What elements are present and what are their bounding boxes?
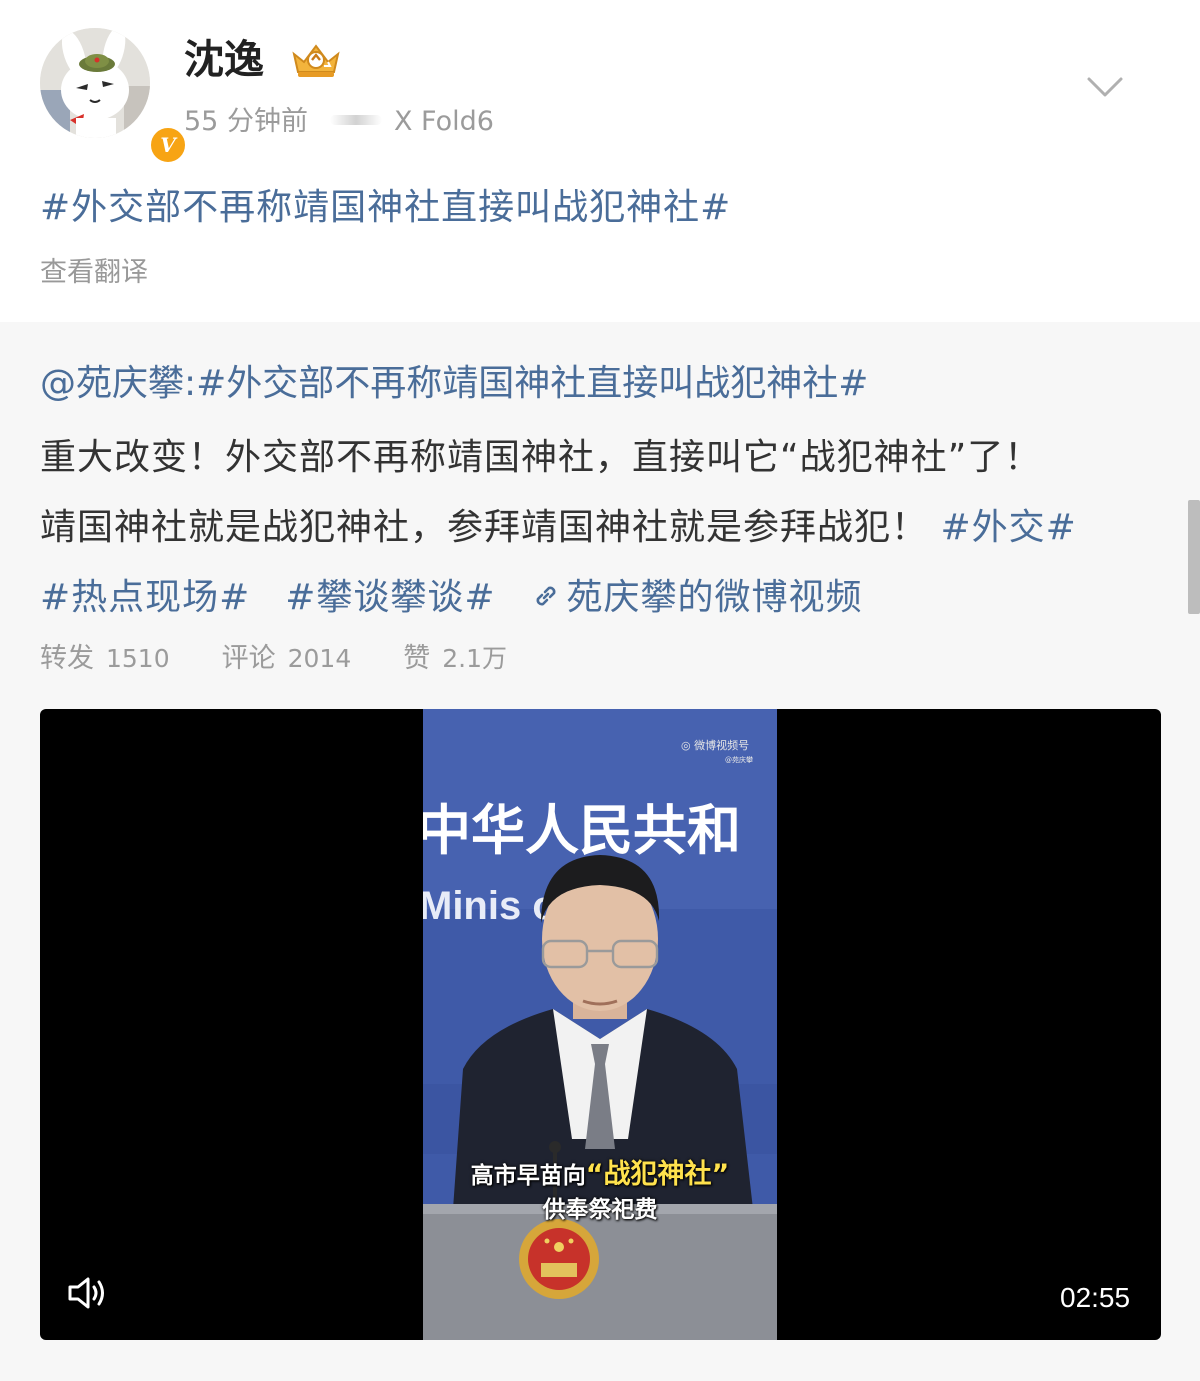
repost-count-button[interactable]: 转发 1510 [40, 640, 170, 678]
video-player[interactable]: 中华人民共和 Minis of Fo ◎ 微博视频号 @苑庆攀 高市早苗向“战犯… [40, 709, 1161, 1340]
video-subtitle-line-1: 高市早苗向“战犯神社” [423, 1159, 777, 1192]
video-subtitle-line-2: 供奉祭祀费 [542, 1197, 658, 1223]
translate-link[interactable]: 查看翻译 [40, 254, 148, 292]
repost-card[interactable]: @苑庆攀:#外交部不再称靖国神社直接叫战犯神社# 重大改变！外交部不再称靖国神社… [0, 322, 1200, 1381]
video-frame-image: 中华人民共和 Minis of Fo [423, 709, 777, 1340]
chevron-down-icon[interactable] [1086, 72, 1124, 102]
link-icon [536, 586, 555, 606]
avatar[interactable]: V [40, 28, 188, 165]
topic-link-redian[interactable]: #热点现场# [40, 577, 250, 618]
repost-author-link[interactable]: @苑庆攀: [40, 363, 196, 404]
repost-stats: 转发 1510 评论 2014 赞 2.1万 [40, 640, 559, 678]
video-watermark: ◎ 微博视频号 @苑庆攀 [681, 739, 753, 767]
repost-text-line-1: 重大改变！外交部不再称靖国神社，直接叫它“战犯神社”了！ [40, 437, 1042, 478]
username[interactable]: 沈逸 [184, 34, 264, 86]
repost-text: 靖国神社就是战犯神社，参拜靖国神社就是参拜战犯！ [40, 507, 929, 548]
watermark-text: 微博视频号 [694, 739, 750, 752]
repost-label: 转发 [40, 643, 94, 674]
like-label: 赞 [403, 643, 431, 674]
device-name: X Fold6 [393, 106, 494, 137]
post-time: 55 分钟前 [184, 106, 308, 137]
video-duration: 02:55 [1060, 1282, 1131, 1313]
topic-link-waijiao[interactable]: #外交# [940, 507, 1076, 548]
repost-count: 1510 [106, 644, 170, 673]
watermark-subtext: @苑庆攀 [725, 756, 753, 764]
crown-badge-icon[interactable] [290, 40, 342, 80]
comment-count-button[interactable]: 评论 2014 [222, 640, 352, 678]
comment-label: 评论 [221, 643, 276, 674]
speaker-icon[interactable] [66, 1273, 108, 1313]
repost-header: @苑庆攀:#外交部不再称靖国神社直接叫战犯神社# [40, 358, 868, 410]
video-link-label: 苑庆攀的微博视频 [566, 577, 863, 618]
repost-text-line-3: #热点现场# #攀谈攀谈# 苑庆攀的微博视频 [40, 572, 863, 624]
post-meta: 55 分钟前 X Fold6 [184, 104, 494, 140]
post-topic-link[interactable]: #外交部不再称靖国神社直接叫战犯神社# [40, 182, 731, 234]
post-header: V 沈逸 55 分钟前 X Fold6 #外交部不再称靖国神社直接叫战犯神社# 查… [0, 0, 1200, 322]
repost-text-line-2: 靖国神社就是战犯神社，参拜靖国神社就是参拜战犯！ #外交# [40, 502, 1077, 554]
backdrop-chinese-text: 中华人民共和 [423, 799, 741, 862]
avatar-image [40, 28, 150, 138]
scrollbar[interactable] [1188, 500, 1200, 614]
repost-topic-link[interactable]: #外交部不再称靖国神社直接叫战犯神社# [196, 363, 868, 404]
like-count: 2.1万 [442, 644, 508, 673]
verified-v-icon: V [148, 125, 188, 165]
topic-link-pantan[interactable]: #攀谈攀谈# [285, 577, 495, 618]
blurred-text [329, 114, 382, 125]
comment-count: 2014 [287, 644, 352, 673]
video-frame: 中华人民共和 Minis of Fo ◎ 微博视频号 @苑庆攀 高市早苗向“战犯… [423, 709, 777, 1340]
video-link[interactable]: 苑庆攀的微博视频 [531, 577, 863, 618]
subtitle-prefix: 高市早苗向 [470, 1163, 586, 1189]
subtitle-highlight: “战犯神社” [585, 1159, 730, 1190]
like-count-button[interactable]: 赞 2.1万 [403, 640, 507, 678]
